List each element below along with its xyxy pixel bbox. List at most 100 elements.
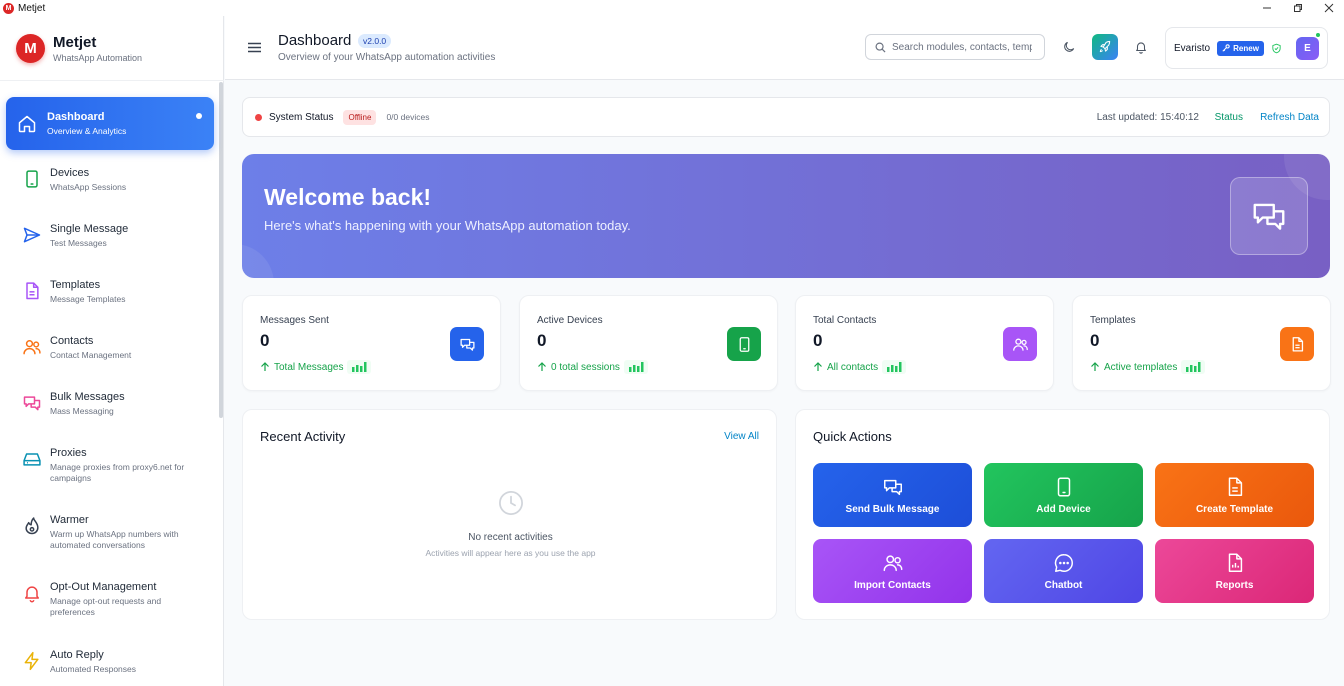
stat-value: 0	[537, 331, 547, 350]
menu-toggle-button[interactable]	[248, 42, 261, 53]
device-count: 0/0 devices	[386, 112, 430, 122]
rocket-icon	[1099, 40, 1111, 53]
sidebar-item-sub: Manage proxies from proxy6.net for campa…	[50, 462, 185, 483]
decorative-circle	[242, 244, 274, 278]
quick-actions-title: Quick Actions	[813, 429, 892, 444]
import-contacts-button[interactable]: Import Contacts	[813, 539, 972, 603]
sidebar-item-bulk-messages[interactable]: Bulk Messages Mass Messaging	[6, 391, 214, 417]
sidebar-item-sub: Test Messages	[50, 238, 107, 248]
sidebar-item-auto-reply[interactable]: Auto Reply Automated Responses	[6, 649, 214, 675]
stat-label: Active Devices	[537, 315, 603, 326]
sidebar-item-sub: WhatsApp Sessions	[50, 182, 127, 192]
reports-button[interactable]: Reports	[1155, 539, 1314, 603]
sidebar-item-single-message[interactable]: Single Message Test Messages	[6, 223, 214, 249]
sidebar-item-sub: Mass Messaging	[50, 406, 114, 416]
sidebar-item-label: Proxies	[50, 447, 87, 459]
action-label: Send Bulk Message	[845, 503, 940, 515]
avatar[interactable]: E	[1296, 37, 1319, 60]
stat-icon-box	[1280, 327, 1314, 361]
status-dot	[255, 113, 262, 121]
restore-button[interactable]	[1283, 0, 1313, 16]
stat-value: 0	[260, 331, 270, 350]
sidebar-item-label: Single Message	[50, 223, 129, 235]
bar-chart-icon	[623, 360, 648, 374]
close-button[interactable]	[1314, 0, 1344, 16]
report-icon	[1228, 553, 1242, 572]
arrow-up-icon	[1091, 362, 1099, 371]
home-icon	[18, 115, 36, 132]
action-label: Reports	[1215, 579, 1254, 591]
user-name: Evaristo	[1174, 42, 1211, 54]
sidebar-item-sub: Manage opt-out requests and preferences	[50, 596, 162, 617]
status-link[interactable]: Status	[1215, 112, 1243, 123]
stat-icon-box	[727, 327, 761, 361]
sidebar-item-dashboard[interactable]: Dashboard Overview & Analytics	[6, 97, 214, 150]
stat-trend-label: Active templates	[1104, 361, 1178, 373]
messages-icon	[23, 396, 41, 411]
file-icon	[1292, 336, 1303, 352]
bell-icon	[1136, 42, 1146, 54]
stat-trend-label: Total Messages	[274, 361, 344, 373]
message-icon	[459, 338, 475, 351]
view-all-link[interactable]: View All	[724, 431, 759, 442]
sidebar-item-devices[interactable]: Devices WhatsApp Sessions	[6, 167, 214, 193]
action-label: Chatbot	[1044, 579, 1083, 591]
dark-mode-toggle[interactable]	[1056, 34, 1082, 60]
search-input[interactable]	[892, 41, 1032, 53]
clock-icon	[499, 491, 523, 515]
action-label: Create Template	[1195, 503, 1274, 515]
create-template-button[interactable]: Create Template	[1155, 463, 1314, 527]
sidebar-item-label: Opt-Out Management	[50, 581, 157, 593]
sidebar-item-sub: Overview & Analytics	[47, 125, 127, 136]
active-indicator	[196, 113, 202, 119]
add-device-button[interactable]: Add Device	[984, 463, 1143, 527]
brand[interactable]: M Metjet WhatsApp Automation	[16, 34, 142, 63]
bar-chart-icon	[882, 360, 907, 374]
flame-icon	[25, 517, 39, 535]
sidebar-item-label: Devices	[50, 167, 90, 179]
sidebar-item-warmer[interactable]: Warmer Warm up WhatsApp numbers with aut…	[6, 514, 214, 551]
empty-state-subtitle: Activities will appear here as you use t…	[425, 548, 596, 558]
action-label: Import Contacts	[854, 579, 931, 591]
search-box[interactable]	[865, 34, 1045, 60]
stat-value: 0	[813, 331, 823, 350]
minimize-button[interactable]	[1252, 0, 1282, 16]
zap-icon	[24, 651, 39, 671]
stat-card-messages-sent[interactable]: Messages Sent 0 Total Messages	[242, 295, 501, 391]
stat-label: Templates	[1090, 315, 1136, 326]
chatbot-button[interactable]: Chatbot	[984, 539, 1143, 603]
messages-icon	[1253, 203, 1285, 230]
arrow-up-icon	[261, 362, 269, 371]
chat-icon	[1054, 553, 1073, 572]
refresh-data-link[interactable]: Refresh Data	[1260, 112, 1319, 123]
stat-trend-label: 0 total sessions	[551, 361, 620, 373]
status-badge: Offline	[343, 109, 377, 125]
notifications-button[interactable]	[1128, 34, 1154, 60]
hamburger-icon	[248, 42, 261, 53]
sidebar-item-proxies[interactable]: Proxies Manage proxies from proxy6.net f…	[6, 447, 214, 484]
launch-button[interactable]	[1092, 34, 1118, 60]
sidebar-item-contacts[interactable]: Contacts Contact Management	[6, 335, 214, 361]
stat-card-total-contacts[interactable]: Total Contacts 0 All contacts	[795, 295, 1054, 391]
moon-icon	[1064, 41, 1075, 52]
stat-card-active-devices[interactable]: Active Devices 0 0 total sessions	[519, 295, 778, 391]
system-status-bar: System Status Offline 0/0 devices Last u…	[242, 97, 1330, 137]
version-badge: v2.0.0	[358, 34, 392, 48]
sidebar: M Metjet WhatsApp Automation Dashboard O…	[0, 16, 224, 686]
sidebar-item-templates[interactable]: Templates Message Templates	[6, 279, 214, 305]
top-header: Dashboard v2.0.0 Overview of your WhatsA…	[225, 16, 1344, 80]
user-menu[interactable]: Evaristo Renew E	[1165, 27, 1328, 69]
server-icon	[23, 453, 41, 466]
users-icon	[23, 340, 41, 355]
sidebar-item-opt-out[interactable]: Opt-Out Management Manage opt-out reques…	[6, 581, 214, 618]
brand-logo: M	[16, 34, 45, 63]
quick-actions-card: Quick Actions Send Bulk Message Add Devi…	[795, 409, 1330, 620]
window-title: Metjet	[18, 2, 46, 14]
file-icon	[26, 282, 39, 300]
renew-button[interactable]: Renew	[1217, 40, 1264, 56]
empty-state-title: No recent activities	[468, 532, 553, 543]
sidebar-divider	[0, 80, 224, 81]
send-bulk-message-button[interactable]: Send Bulk Message	[813, 463, 972, 527]
sidebar-scrollbar[interactable]	[219, 82, 223, 418]
stat-card-templates[interactable]: Templates 0 Active templates	[1072, 295, 1331, 391]
